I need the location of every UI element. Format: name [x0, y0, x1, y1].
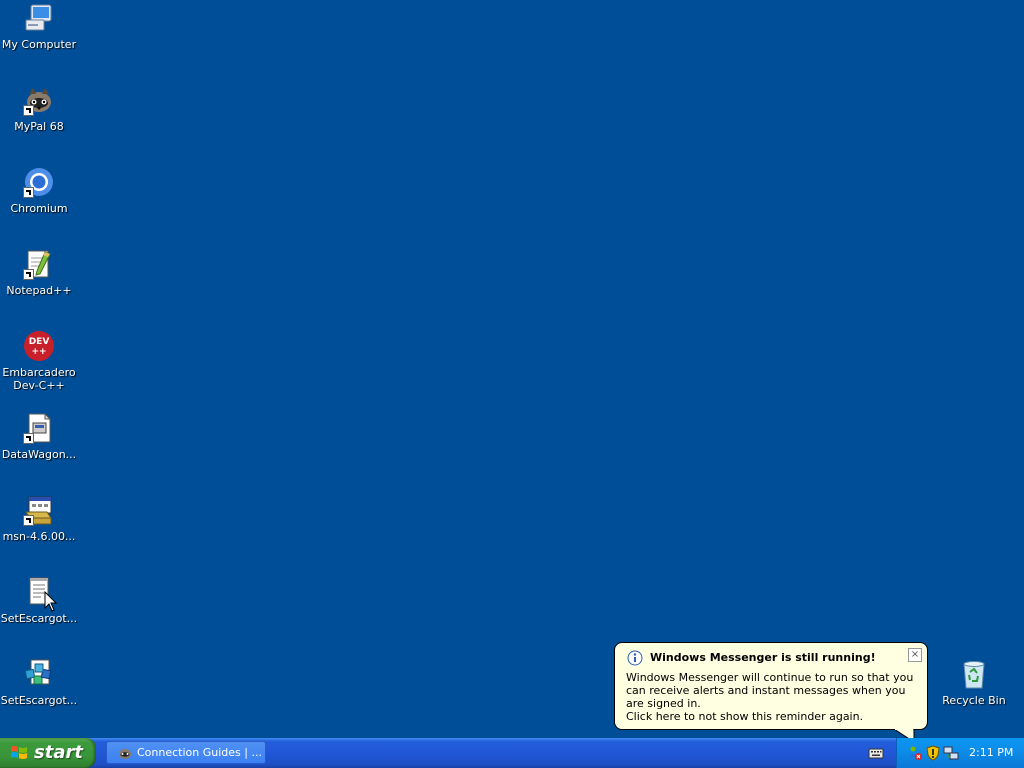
desktop-icon-label: SetEscargot...: [0, 694, 78, 707]
desktop-icon-chromium[interactable]: Chromium: [0, 166, 78, 215]
desktop-icon-mypal[interactable]: MyPal 68: [0, 84, 78, 133]
desktop-icon-label: My Computer: [1, 38, 77, 51]
desktop-icon-label: Chromium: [10, 202, 68, 215]
shortcut-arrow-icon: [23, 187, 34, 198]
svg-text:DEV: DEV: [29, 337, 50, 347]
desktop-icon-my-computer[interactable]: My Computer: [0, 2, 78, 51]
desktop: My Computer MyPal 68 Chromium Notepad++ …: [0, 0, 1024, 738]
recycle-bin-icon: [958, 658, 990, 690]
setescargot-registry-icon: [23, 658, 55, 690]
desktop-icon-label: Notepad++: [6, 284, 72, 297]
mypal-raccoon-icon: [23, 84, 55, 116]
desktop-icon-recycle-bin[interactable]: Recycle Bin: [935, 658, 1013, 707]
balloon-close-button[interactable]: ×: [908, 648, 922, 662]
mouse-cursor-icon: [44, 591, 58, 612]
shortcut-arrow-icon: [23, 269, 34, 280]
chromium-icon: [23, 166, 55, 198]
notification-balloon[interactable]: Windows Messenger is still running! × Wi…: [614, 642, 928, 730]
my-computer-icon: [23, 2, 55, 34]
security-shield-icon[interactable]: [925, 745, 941, 761]
desktop-icon-label: SetEscargot...: [0, 612, 78, 625]
desktop-icon-label: msn-4.6.00...: [2, 530, 76, 543]
messenger-offline-icon[interactable]: [907, 745, 923, 761]
clock[interactable]: 2:11 PM: [969, 746, 1013, 759]
keyboard-language-icon[interactable]: [868, 746, 884, 760]
desktop-icon-setescargot-registry[interactable]: SetEscargot...: [0, 658, 78, 707]
datawagon-document-icon: [23, 412, 55, 444]
taskbar-window-label: Connection Guides | ...: [137, 746, 262, 759]
desktop-icon-notepad-plus-plus[interactable]: Notepad++: [0, 248, 78, 297]
desktop-icon-msn-installer[interactable]: msn-4.6.00...: [0, 494, 78, 543]
shortcut-arrow-icon: [23, 515, 34, 526]
taskbar: start Connection Guides | ... 2:11 PM: [0, 738, 1024, 768]
mypal-raccoon-icon: [119, 749, 131, 759]
network-connection-icon[interactable]: [943, 745, 959, 761]
dev-cpp-icon: DEV ++: [23, 330, 55, 362]
desktop-icon-label: Recycle Bin: [942, 694, 1006, 707]
msn-installer-icon: [23, 494, 55, 526]
shortcut-arrow-icon: [23, 105, 34, 116]
desktop-icon-label: DataWagon...: [1, 448, 77, 461]
system-tray: 2:11 PM: [896, 738, 1024, 768]
balloon-message: Windows Messenger will continue to run s…: [626, 671, 914, 710]
svg-text:++: ++: [31, 347, 46, 357]
notepad-plus-plus-icon: [23, 248, 55, 280]
windows-flag-icon: [11, 746, 27, 759]
info-icon: [627, 650, 643, 666]
start-label: start: [34, 742, 83, 763]
desktop-icon-dev-cpp[interactable]: DEV ++ Embarcadero Dev-C++: [0, 330, 78, 392]
desktop-icon-datawagon[interactable]: DataWagon...: [0, 412, 78, 461]
desktop-icon-label: MyPal 68: [14, 120, 64, 133]
taskbar-window-button[interactable]: Connection Guides | ...: [106, 741, 266, 764]
desktop-icon-label: Embarcadero Dev-C++: [2, 366, 76, 392]
desktop-icon-setescargot-text[interactable]: SetEscargot...: [0, 576, 78, 625]
start-button[interactable]: start: [0, 738, 96, 768]
balloon-dismiss-reminder-link[interactable]: Click here to not show this reminder aga…: [626, 710, 863, 723]
balloon-title: Windows Messenger is still running!: [650, 651, 876, 664]
shortcut-arrow-icon: [23, 433, 34, 444]
